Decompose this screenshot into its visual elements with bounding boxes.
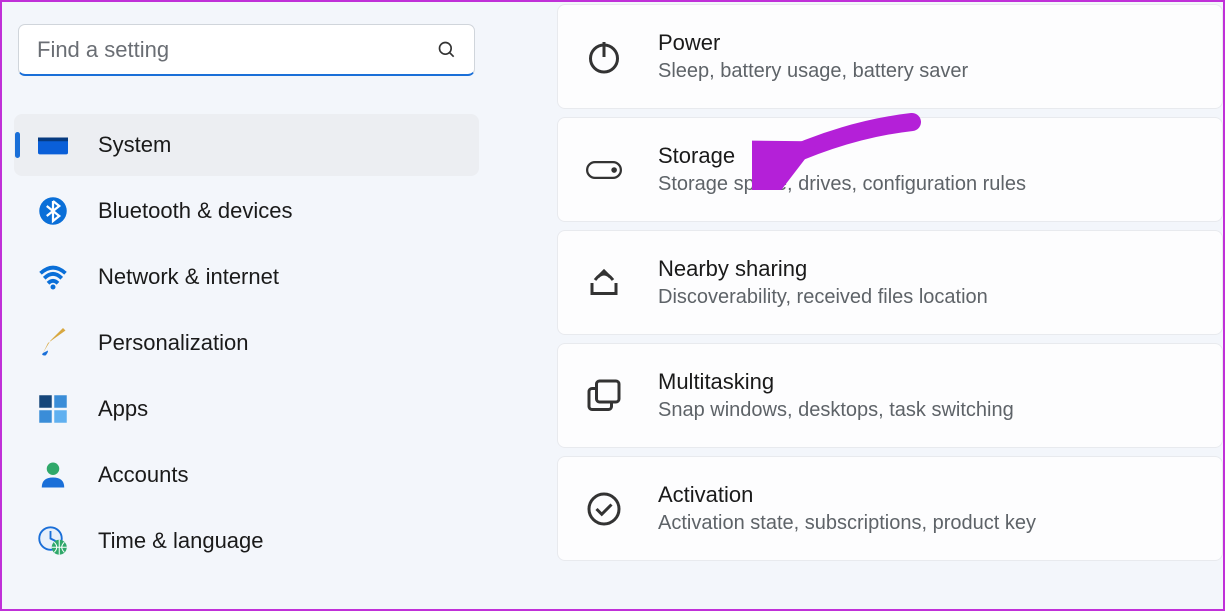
sidebar-item-label: Network & internet bbox=[98, 264, 279, 290]
display-icon bbox=[38, 130, 68, 160]
drive-icon bbox=[586, 152, 622, 188]
power-icon bbox=[586, 39, 622, 75]
share-icon bbox=[586, 265, 622, 301]
sidebar-item-time-language[interactable]: Time & language bbox=[14, 510, 479, 572]
brush-icon bbox=[38, 328, 68, 358]
sidebar-item-label: Apps bbox=[98, 396, 148, 422]
search-input[interactable] bbox=[18, 24, 475, 76]
card-title: Activation bbox=[658, 482, 1036, 508]
apps-icon bbox=[38, 394, 68, 424]
card-subtitle: Sleep, battery usage, battery saver bbox=[658, 60, 968, 83]
card-storage[interactable]: Storage Storage space, drives, configura… bbox=[557, 117, 1223, 222]
sidebar-item-network[interactable]: Network & internet bbox=[14, 246, 479, 308]
sidebar-item-label: System bbox=[98, 132, 171, 158]
bluetooth-icon bbox=[38, 196, 68, 226]
card-text: Activation Activation state, subscriptio… bbox=[658, 482, 1036, 535]
card-subtitle: Activation state, subscriptions, product… bbox=[658, 512, 1036, 535]
card-text: Nearby sharing Discoverability, received… bbox=[658, 256, 988, 309]
card-subtitle: Discoverability, received files location bbox=[658, 286, 988, 309]
sidebar-item-label: Accounts bbox=[98, 462, 189, 488]
sidebar-item-label: Personalization bbox=[98, 330, 248, 356]
card-multitasking[interactable]: Multitasking Snap windows, desktops, tas… bbox=[557, 343, 1223, 448]
search-icon bbox=[437, 40, 457, 60]
wifi-icon bbox=[38, 262, 68, 292]
card-title: Multitasking bbox=[658, 369, 1014, 395]
main-content: Power Sleep, battery usage, battery save… bbox=[497, 2, 1223, 609]
windows-icon bbox=[586, 378, 622, 414]
card-title: Power bbox=[658, 30, 968, 56]
card-text: Storage Storage space, drives, configura… bbox=[658, 143, 1026, 196]
sidebar-item-bluetooth[interactable]: Bluetooth & devices bbox=[14, 180, 479, 242]
sidebar-item-system[interactable]: System bbox=[14, 114, 479, 176]
card-power[interactable]: Power Sleep, battery usage, battery save… bbox=[557, 4, 1223, 109]
sidebar-item-personalization[interactable]: Personalization bbox=[14, 312, 479, 374]
card-text: Power Sleep, battery usage, battery save… bbox=[658, 30, 968, 83]
sidebar-item-label: Bluetooth & devices bbox=[98, 198, 292, 224]
sidebar: System Bluetooth & devices Network & int… bbox=[2, 2, 497, 609]
card-text: Multitasking Snap windows, desktops, tas… bbox=[658, 369, 1014, 422]
card-nearby-sharing[interactable]: Nearby sharing Discoverability, received… bbox=[557, 230, 1223, 335]
card-title: Storage bbox=[658, 143, 1026, 169]
person-icon bbox=[38, 460, 68, 490]
sidebar-nav: System Bluetooth & devices Network & int… bbox=[14, 114, 479, 572]
card-subtitle: Snap windows, desktops, task switching bbox=[658, 399, 1014, 422]
sidebar-item-accounts[interactable]: Accounts bbox=[14, 444, 479, 506]
card-subtitle: Storage space, drives, configuration rul… bbox=[658, 173, 1026, 196]
clock-globe-icon bbox=[38, 526, 68, 556]
card-activation[interactable]: Activation Activation state, subscriptio… bbox=[557, 456, 1223, 561]
check-circle-icon bbox=[586, 491, 622, 527]
card-title: Nearby sharing bbox=[658, 256, 988, 282]
sidebar-item-apps[interactable]: Apps bbox=[14, 378, 479, 440]
search-container bbox=[14, 24, 479, 76]
sidebar-item-label: Time & language bbox=[98, 528, 264, 554]
